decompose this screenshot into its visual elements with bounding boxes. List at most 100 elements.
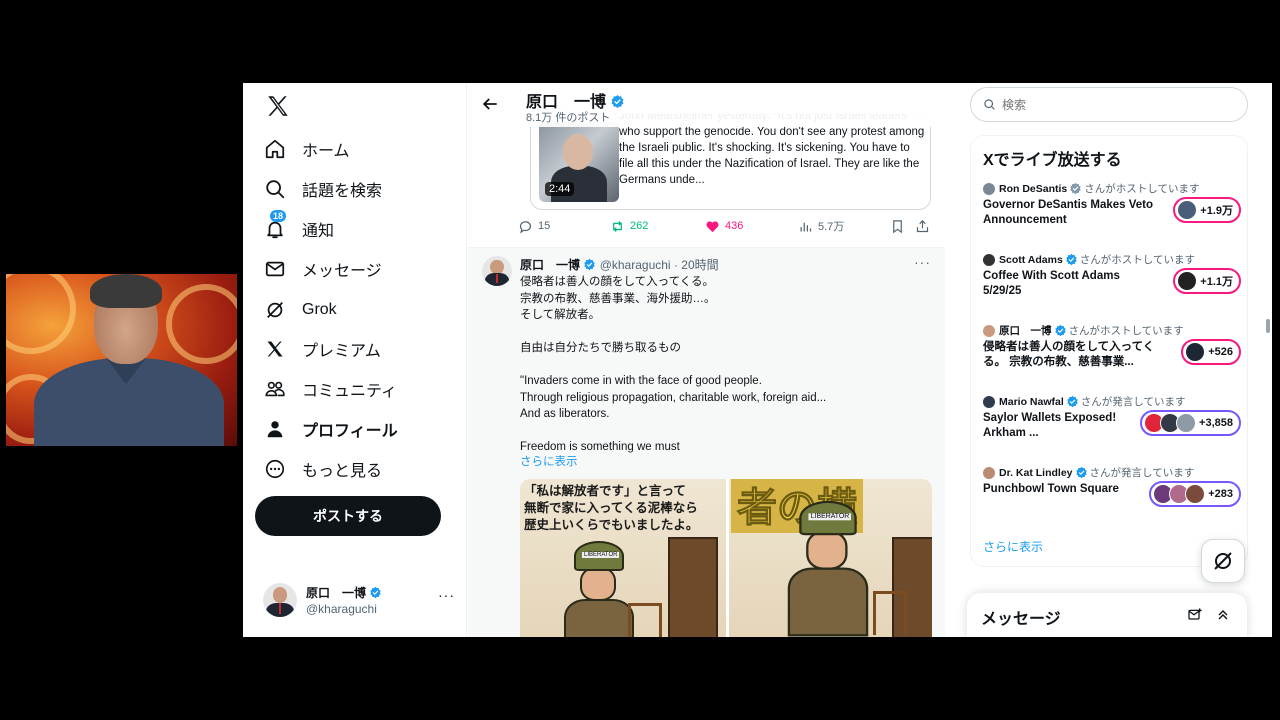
live-item[interactable]: Mario Nawfal さんが発言しています Saylor Wallets E… [983, 394, 1241, 454]
listener-pill[interactable]: +3,858 [1140, 410, 1241, 436]
live-title: Governor DeSantis Makes Veto Announcemen… [983, 199, 1154, 226]
post-button[interactable]: ポストする [255, 496, 441, 536]
like-button[interactable]: 436 [705, 219, 743, 234]
account-name: 原口 一博 [306, 586, 367, 600]
grok-floating-button[interactable] [1201, 539, 1245, 583]
live-item[interactable]: 原口 一博 さんがホストしています 侵略者は善人の顔をして入ってくる。 宗教の布… [983, 323, 1241, 383]
quoted-tweet-card[interactable]: 2:44 John Mearsheimer yesterday: "It's n… [530, 113, 931, 210]
avatar[interactable] [482, 256, 512, 286]
verified-badge-icon [611, 94, 624, 109]
grok-icon [263, 298, 287, 322]
tweet-line: 宗教の布教、慈善事業、海外援助…。 [520, 292, 716, 305]
x-logo-icon[interactable] [265, 93, 291, 119]
tweet-author-handle[interactable]: @kharaguchi [600, 258, 671, 272]
account-name-row: 原口 一博 [306, 584, 382, 601]
tweet-time[interactable]: · 20時間 [674, 258, 719, 272]
listener-pill[interactable]: +526 [1181, 339, 1241, 365]
host-role: さんがホストしています [1068, 325, 1184, 337]
nav-item-notifications[interactable]: 18 通知 [263, 210, 334, 245]
listener-count: +1.1万 [1200, 276, 1233, 288]
door-illustration [668, 537, 718, 637]
tweet-line: 自由は自分たちで勝ち取るもの [520, 342, 681, 354]
host-role: さんがホストしています [1084, 183, 1200, 195]
avatar [263, 583, 297, 617]
nav-label: コミュニティ [302, 383, 398, 400]
heart-icon [706, 220, 719, 232]
messages-drawer[interactable]: メッセージ [967, 593, 1247, 637]
repost-icon [613, 220, 622, 232]
repost-count: 262 [630, 220, 649, 232]
share-button[interactable] [915, 219, 935, 234]
views-count: 5.7万 [818, 221, 845, 233]
nav-item-messages[interactable]: メッセージ [263, 253, 382, 285]
grok-icon [1214, 552, 1232, 570]
tweet[interactable]: 原口 一博 @kharaguchi · 20時間 ··· 侵略者は善人の顔をして… [468, 247, 945, 637]
more-dots-icon[interactable]: ··· [914, 254, 931, 270]
reply-button[interactable]: 15 [518, 219, 550, 234]
host-name: 原口 一博 [999, 325, 1052, 337]
nav-label: メッセージ [302, 263, 382, 280]
notification-badge: 18 [270, 210, 287, 222]
browser-viewport: ホーム 話題を検索 18 通知 メッセージ Grok プレミアム コミュニティ … [243, 83, 1272, 637]
nav-item-explore[interactable]: 話題を検索 [263, 173, 382, 205]
new-message-icon[interactable] [1187, 607, 1203, 623]
nav-label: もっと見る [302, 463, 383, 480]
listener-avatar [1177, 200, 1198, 220]
webcam-overlay [6, 274, 237, 446]
tweet-author-name[interactable]: 原口 一博 [520, 258, 580, 272]
scrollbar-thumb[interactable] [1266, 319, 1270, 333]
nav-item-more[interactable]: もっと見る [263, 453, 382, 485]
bookmark-button[interactable] [890, 219, 910, 234]
live-title: 侵略者は善人の顔をして入ってくる。 宗教の布教、慈善事業... [983, 341, 1155, 368]
nav-item-grok[interactable]: Grok [263, 294, 337, 326]
repost-button[interactable]: 262 [610, 219, 648, 234]
live-item[interactable]: Scott Adams さんがホストしています Coffee With Scot… [983, 252, 1241, 312]
verified-badge-icon [370, 586, 382, 599]
tweet-line: Through religious propagation, charitabl… [520, 391, 827, 404]
video-thumbnail[interactable]: 2:44 [539, 122, 619, 202]
tweet-line [520, 357, 932, 374]
listener-avatar [1177, 271, 1198, 291]
show-more-link[interactable]: さらに表示 [520, 453, 578, 469]
back-arrow-icon[interactable] [480, 94, 500, 114]
show-more-link[interactable]: さらに表示 [983, 538, 1043, 555]
image-panel-right: 者の横 LIBERATOR [726, 479, 932, 637]
host-role: さんがホストしています [1079, 254, 1195, 266]
live-title: Punchbowl Town Square [983, 483, 1119, 495]
host-role: さんが発言しています [1089, 467, 1195, 479]
listener-pill[interactable]: +283 [1149, 481, 1241, 507]
listener-count: +283 [1208, 488, 1233, 500]
reply-icon [519, 220, 532, 234]
search-box[interactable] [970, 87, 1248, 122]
x-icon [263, 337, 287, 361]
host-avatar [983, 466, 995, 479]
image-caption: 「私は解放者です」と言って 無断で家に入ってくる泥棒なら 歴史上いくらでもいまし… [524, 483, 698, 534]
nav-item-premium[interactable]: プレミアム [263, 333, 381, 365]
chair-illustration [628, 603, 662, 637]
account-switcher[interactable]: 原口 一博 @kharaguchi ··· [263, 581, 463, 621]
timeline-column: 2:44 John Mearsheimer yesterday: "It's n… [468, 83, 945, 637]
views-button[interactable]: 5.7万 [798, 218, 844, 234]
verified-badge-icon [1067, 395, 1078, 408]
nav-label: プロフィール [302, 423, 398, 440]
nav-item-communities[interactable]: コミュニティ [263, 373, 397, 405]
expand-chevrons-icon[interactable] [1215, 607, 1231, 623]
more-dots-icon[interactable]: ··· [438, 587, 455, 603]
nav-item-home[interactable]: ホーム [263, 133, 350, 165]
listener-count: +3,858 [1199, 417, 1233, 429]
live-item[interactable]: Dr. Kat Lindley さんが発言しています Punchbowl Tow… [983, 465, 1241, 525]
listener-pill[interactable]: +1.1万 [1173, 268, 1241, 294]
search-icon [984, 99, 995, 110]
reply-count: 15 [538, 220, 551, 232]
nav-item-profile[interactable]: プロフィール [263, 413, 398, 445]
search-icon [263, 177, 287, 201]
tweet-image[interactable]: 「私は解放者です」と言って 無断で家に入ってくる泥棒なら 歴史上いくらでもいまし… [520, 479, 932, 637]
live-host: Scott Adams さんがホストしています [983, 252, 1241, 267]
helmet-label: LIBERATOR [808, 513, 852, 521]
live-host: Mario Nawfal さんが発言しています [983, 394, 1241, 409]
search-input[interactable] [1002, 97, 1222, 112]
live-item[interactable]: Ron DeSantis さんがホストしています Governor DeSant… [983, 181, 1241, 241]
image-caption-line: 歴史上いくらでもいましたよ。 [524, 518, 699, 532]
listener-pill[interactable]: +1.9万 [1173, 197, 1241, 223]
verified-badge-icon [584, 258, 596, 271]
